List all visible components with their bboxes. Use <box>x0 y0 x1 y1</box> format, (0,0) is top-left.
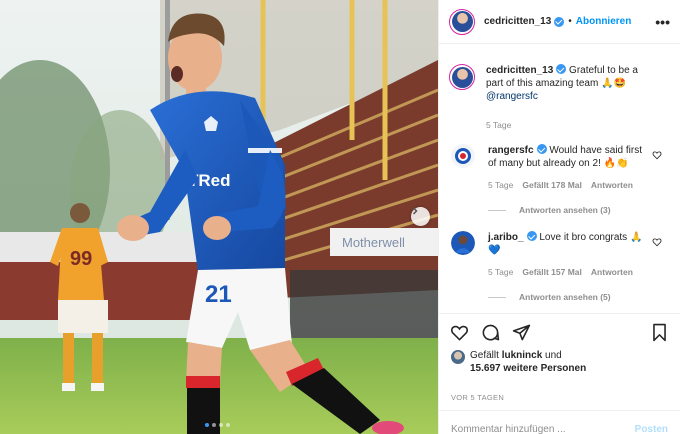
comment-username[interactable]: j.aribo_ <box>488 232 524 243</box>
avatar[interactable] <box>449 8 475 35</box>
chevron-right-icon <box>412 207 418 215</box>
comment-item: j.aribo_ Love it bro congrats 🙏💙 5 Tage … <box>451 231 670 279</box>
comment-age[interactable]: 5 Tage <box>488 179 513 192</box>
carousel-dot <box>219 423 223 427</box>
likes-others-count[interactable]: 15.697 weitere Personen <box>470 363 586 374</box>
heart-icon[interactable] <box>652 237 662 247</box>
view-replies-button[interactable]: Antworten ansehen (3) <box>488 205 611 215</box>
carousel-dot <box>212 423 216 427</box>
user-avatar[interactable] <box>451 231 475 255</box>
comment-likes[interactable]: Gefällt 178 Mal <box>522 179 582 192</box>
comment-reply-button[interactable]: Antworten <box>591 266 633 279</box>
comment-username[interactable]: rangersfc <box>488 145 534 156</box>
carousel-dot <box>226 423 230 427</box>
likes-conjunction: und <box>545 350 562 361</box>
post-author-username[interactable]: cedricitten_13 <box>484 16 551 27</box>
verified-badge-icon <box>554 16 565 27</box>
heart-icon[interactable] <box>450 323 469 342</box>
opponent-number: 99 <box>70 248 92 270</box>
action-icons <box>450 323 669 345</box>
header-separator: • <box>568 16 572 27</box>
carousel-dot <box>205 423 209 427</box>
comment-likes[interactable]: Gefällt 157 Mal <box>522 266 582 279</box>
comment-bubble-icon[interactable] <box>481 323 500 342</box>
likes-prefix: Gefällt <box>470 350 499 361</box>
more-options-icon[interactable]: ••• <box>655 14 670 30</box>
comment-reply-button[interactable]: Antworten <box>591 179 633 192</box>
post-actions: Gefällt lukninck und 15.697 weitere Pers… <box>439 313 680 434</box>
comment-age[interactable]: 5 Tage <box>488 266 513 279</box>
stadium-sign: Motherwell <box>342 235 405 250</box>
carousel-next-button[interactable] <box>411 207 430 226</box>
post-comment-button[interactable]: Posten <box>635 424 668 434</box>
rangers-crest-avatar[interactable] <box>451 144 475 168</box>
caption-username[interactable]: cedricitten_13 <box>486 65 553 76</box>
heart-icon[interactable] <box>652 150 662 160</box>
caption: cedricitten_13 Grateful to be a part of … <box>449 64 670 132</box>
bookmark-icon[interactable] <box>650 323 669 342</box>
post-header: cedricitten_13 • Abonnieren ••• <box>439 0 680 44</box>
post-photo[interactable]: Motherwell 99 TRed 21 <box>0 0 438 434</box>
likes-summary: Gefällt lukninck und 15.697 weitere Pers… <box>451 349 670 375</box>
comment-item: rangersfc Would have said first of many … <box>451 144 670 192</box>
post-sidebar: cedricitten_13 • Abonnieren ••• cedricit… <box>438 0 680 434</box>
caption-avatar[interactable] <box>449 64 475 90</box>
liker-username[interactable]: lukninck <box>502 350 543 361</box>
verified-badge-icon <box>556 64 567 74</box>
carousel-dots <box>205 423 230 427</box>
verified-badge-icon <box>526 231 537 241</box>
comment-input[interactable] <box>451 424 621 434</box>
comments-list[interactable]: cedricitten_13 Grateful to be a part of … <box>439 44 680 312</box>
post-timestamp[interactable]: VOR 5 TAGEN <box>451 393 504 402</box>
view-replies-label: Antworten ansehen (5) <box>519 292 611 302</box>
view-replies-button[interactable]: Antworten ansehen (5) <box>488 292 611 302</box>
follow-button[interactable]: Abonnieren <box>576 16 632 27</box>
caption-mention[interactable]: @rangersfc <box>486 91 538 102</box>
shorts-number: 21 <box>205 281 232 308</box>
photo-scene: Motherwell 99 TRed 21 <box>0 0 438 434</box>
view-replies-label: Antworten ansehen (3) <box>519 205 611 215</box>
paper-plane-icon[interactable] <box>512 323 531 342</box>
liker-avatar[interactable] <box>451 350 465 364</box>
add-comment-bar: Posten <box>439 410 680 434</box>
caption-age[interactable]: 5 Tage <box>486 119 511 132</box>
verified-badge-icon <box>536 144 547 154</box>
